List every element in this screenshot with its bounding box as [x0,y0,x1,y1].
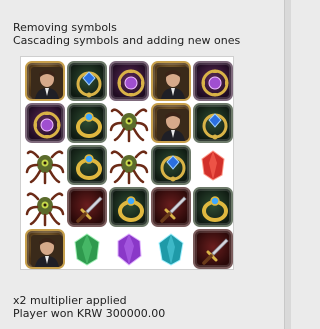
purple-gem-pendant-symbol [109,61,149,101]
blue-gem-pendant-icon [202,113,228,140]
gold-ring-icon [118,196,144,222]
gold-ring-symbol [67,145,107,185]
blue-gem-pendant-symbol [151,145,191,185]
dagger-icon [76,196,103,223]
green-crystal-symbol [67,229,107,269]
purple-gem-pendant-symbol [193,61,233,101]
portrait-icon [31,67,63,99]
tentacle-monster-symbol [25,187,65,227]
tentacle-monster-icon [109,108,149,143]
portrait-icon [31,235,63,267]
tentacle-monster-icon [25,192,65,227]
portrait-icon [157,67,189,99]
symbol-grid [25,61,233,269]
tentacle-monster-symbol [25,145,65,185]
caption-win: Player won KRW 300000.00 [13,307,166,320]
purple-gem-pendant-symbol [25,103,65,143]
gold-ring-symbol [109,187,149,227]
gold-ring-icon [76,154,102,180]
slot-board [20,56,234,270]
blue-gem-pendant-symbol [193,103,233,143]
caption-removing-symbols: Removing symbols [13,21,117,34]
gold-ring-icon [76,112,102,138]
caption-cascading: Cascading symbols and adding new ones [13,34,241,47]
portrait-symbol [25,229,65,269]
gold-ring-symbol [193,187,233,227]
tentacle-monster-symbol [109,145,149,185]
dagger-symbol [67,187,107,227]
red-crystal-icon [201,150,225,181]
dagger-symbol [193,229,233,269]
status-captions: Removing symbols Cascading symbols and a… [13,21,240,47]
red-crystal-symbol [193,145,233,185]
dagger-symbol [151,187,191,227]
purple-crystal-icon [117,233,142,266]
blue-gem-pendant-icon [160,155,186,182]
caption-multiplier: x2 multiplier applied [13,294,127,307]
purple-gem-pendant-icon [117,69,145,97]
tentacle-monster-icon [25,150,65,185]
result-captions: x2 multiplier applied Player won KRW 300… [13,294,165,320]
blue-gem-pendant-symbol [67,61,107,101]
tentacle-monster-icon [109,150,149,185]
dagger-icon [160,196,187,223]
purple-gem-pendant-icon [33,111,61,139]
purple-crystal-symbol [109,229,149,269]
portrait-icon [157,109,189,141]
portrait-symbol [151,61,191,101]
gold-ring-icon [202,196,228,222]
dagger-icon [202,238,229,265]
portrait-symbol [151,103,191,143]
teal-crystal-symbol [151,229,191,269]
tentacle-monster-symbol [109,103,149,143]
teal-crystal-icon [158,233,184,266]
portrait-symbol [25,61,65,101]
green-crystal-icon [74,233,100,266]
purple-gem-pendant-icon [201,69,229,97]
gold-ring-symbol [67,103,107,143]
blue-gem-pendant-icon [76,71,102,98]
window-edge [284,0,291,329]
